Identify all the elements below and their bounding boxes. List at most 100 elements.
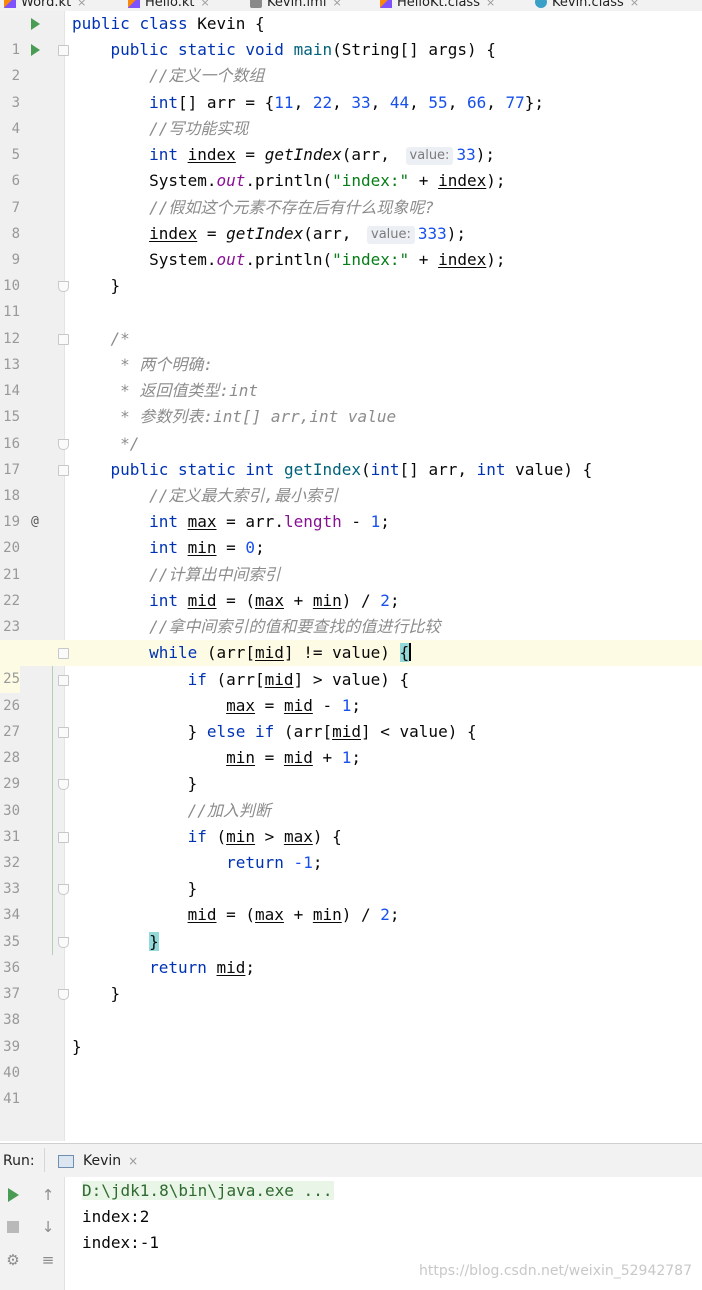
code-line[interactable]: 17 */ — [0, 431, 702, 478]
code-variable: min — [226, 826, 256, 846]
fold-icon[interactable] — [58, 333, 69, 345]
code-line[interactable]: 8 //假如这个元素不存在后有什么现象呢? — [0, 195, 702, 242]
code-line[interactable]: 5 //写功能实现 — [0, 116, 702, 163]
tab-kevin-class[interactable]: Kevin.class × — [535, 0, 639, 11]
stop-icon — [7, 1221, 19, 1233]
code-line[interactable]: 41 — [0, 1060, 702, 1107]
kotlin-file-icon — [380, 0, 392, 8]
code-line[interactable]: 15 * 返回值类型:int — [0, 378, 702, 425]
code-token: = arr. — [216, 512, 284, 532]
code-line[interactable]: 4 int[] arr = {11, 22, 33, 44, 55, 66, 7… — [0, 90, 702, 137]
text-caret — [409, 643, 412, 662]
code-line[interactable]: 27 max = mid - 1; — [0, 693, 702, 740]
fold-icon[interactable] — [58, 464, 69, 476]
code-line[interactable]: 35 mid = (max + min) / 2; — [0, 902, 702, 949]
code-line[interactable]: 12 — [0, 299, 702, 347]
tab-hello-kt[interactable]: Hello.kt × — [128, 0, 210, 11]
code-line[interactable]: 14 * 两个明确: — [0, 352, 702, 399]
code-token: = — [197, 223, 227, 243]
fold-end-icon[interactable] — [58, 438, 69, 450]
code-token: }; — [524, 92, 545, 112]
fold-icon[interactable] — [58, 674, 69, 686]
fold-icon[interactable] — [58, 648, 69, 660]
code-line[interactable]: 19 //定义最大索引,最小索引 — [0, 483, 702, 530]
code-line[interactable]: 31 //加入判断 — [0, 798, 702, 845]
code-line[interactable]: 37 return mid; — [0, 955, 702, 1002]
tab-word-kt[interactable]: Word.kt × — [4, 0, 86, 11]
run-main-icon[interactable] — [31, 44, 40, 57]
code-line[interactable]: 22 //计算出中间索引 — [0, 562, 702, 609]
code-variable: max — [187, 512, 217, 532]
tab-hellokt-class[interactable]: HelloKt.class × — [380, 0, 495, 11]
code-line[interactable]: 33 return -1; — [0, 850, 702, 897]
code-editor[interactable]: 1 public class Kevin { 2 public static v… — [0, 11, 702, 1141]
run-tool-window-header: Run: Kevin × — [0, 1143, 702, 1178]
code-line[interactable]: 38 } — [0, 981, 702, 1028]
close-icon[interactable]: × — [200, 0, 209, 9]
kotlin-file-icon — [128, 0, 140, 8]
code-line[interactable]: 16 * 参数列表:int[] arr,int value — [0, 404, 702, 451]
code-token: ; — [255, 538, 265, 558]
scroll-down-button[interactable]: ↓ — [38, 1217, 58, 1237]
code-token: ; — [389, 590, 400, 610]
current-code-line[interactable]: 25 while (arr[mid] != value) { — [0, 640, 702, 693]
code-line[interactable]: 6 int index = getIndex(arr, value: 33); — [0, 142, 702, 189]
code-line[interactable]: 39 — [0, 1007, 702, 1055]
fold-icon[interactable] — [58, 726, 69, 738]
close-icon[interactable]: × — [332, 0, 341, 9]
fold-end-icon[interactable] — [58, 884, 69, 896]
code-line[interactable]: 3 //定义一个数组 — [0, 63, 702, 110]
code-comment: /* — [110, 328, 130, 348]
code-line[interactable]: 13 /* — [0, 326, 702, 373]
fold-icon[interactable] — [58, 45, 69, 57]
divider — [44, 1148, 45, 1172]
code-line[interactable]: 11 } — [0, 273, 702, 320]
fold-end-icon[interactable] — [58, 779, 69, 791]
tab-kevin-iml[interactable]: Kevin.iml × — [250, 0, 342, 11]
close-icon[interactable]: × — [128, 1154, 138, 1168]
code-token: int — [476, 459, 506, 479]
code-number: 44 — [389, 92, 410, 112]
code-line[interactable]: 28 } else if (arr[mid] < value) { — [0, 719, 702, 766]
run-class-icon[interactable] — [31, 18, 40, 30]
code-comment: //假如这个元素不存在后有什么现象呢? — [149, 197, 434, 217]
code-line[interactable]: 30 } — [0, 771, 702, 818]
run-tab-kevin[interactable]: Kevin × — [58, 1148, 138, 1174]
code-line[interactable]: 9 index = getIndex(arr, value: 333); — [0, 221, 702, 268]
code-line[interactable]: 7 System.out.println("index:" + index); — [0, 168, 702, 215]
code-line[interactable]: 21 int min = 0; — [0, 535, 702, 582]
code-line[interactable]: 24 //拿中间索引的值和要查找的值进行比较 — [0, 614, 702, 661]
code-line[interactable]: 1 public class Kevin { — [0, 11, 702, 58]
close-icon[interactable]: × — [77, 0, 86, 9]
code-line[interactable]: 36 } — [0, 929, 702, 976]
scroll-up-button[interactable]: ↑ — [38, 1185, 58, 1205]
fold-end-icon[interactable] — [58, 989, 69, 1001]
code-token: (arr, — [303, 223, 361, 243]
soft-wrap-button[interactable]: ≡ — [38, 1250, 58, 1270]
code-line[interactable]: 23 int mid = (max + min) / 2; — [0, 588, 702, 635]
code-variable: mid — [283, 695, 313, 715]
code-line[interactable]: 32 if (min > max) { — [0, 824, 702, 871]
run-label: Run: — [3, 1153, 35, 1169]
code-number: 333 — [417, 223, 447, 243]
code-line[interactable]: 18 @ public static int getIndex(int[] ar… — [0, 457, 702, 529]
arrow-down-icon: ↓ — [41, 1218, 55, 1236]
code-line[interactable]: 40 } — [0, 1034, 702, 1081]
settings-button[interactable]: ⚙ — [3, 1250, 23, 1270]
code-line[interactable]: 10 System.out.println("index:" + index); — [0, 247, 702, 294]
code-line[interactable]: 20 int max = arr.length - 1; — [0, 509, 702, 556]
code-line[interactable]: 34 } — [0, 876, 702, 923]
fold-end-icon[interactable] — [58, 936, 69, 948]
close-icon[interactable]: × — [630, 0, 639, 9]
fold-icon[interactable] — [58, 831, 69, 843]
code-number: 77 — [505, 92, 525, 112]
code-line[interactable]: 26 if (arr[mid] > value) { — [0, 667, 702, 714]
code-line[interactable]: 2 public static void main(String[] args)… — [0, 37, 702, 84]
code-number: 1 — [341, 748, 352, 768]
code-line[interactable]: 29 min = mid + 1; — [0, 745, 702, 792]
stop-button[interactable] — [3, 1217, 23, 1237]
close-icon[interactable]: × — [486, 0, 495, 9]
rerun-button[interactable] — [3, 1185, 23, 1205]
fold-end-icon[interactable] — [58, 281, 69, 293]
code-token: Kevin { — [197, 14, 265, 33]
